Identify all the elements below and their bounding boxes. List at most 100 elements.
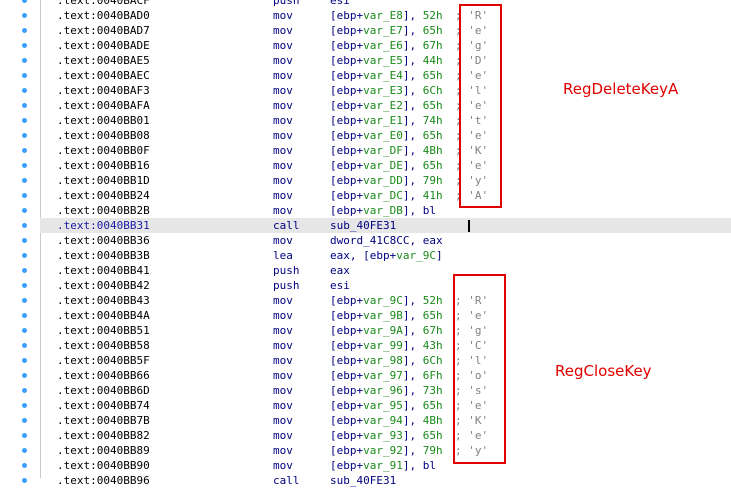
- row-address[interactable]: .text:0040BB42: [57, 278, 150, 293]
- row-address[interactable]: .text:0040BB58: [57, 338, 150, 353]
- breakpoint-dot-icon[interactable]: [22, 478, 27, 483]
- listing-row[interactable]: .text:0040BB51 mov [ebp+var_9A], 67h; 'g': [40, 323, 731, 338]
- row-address[interactable]: .text:0040BB90: [57, 458, 150, 473]
- row-mnemonic[interactable]: mov: [273, 233, 293, 248]
- breakpoint-dot-icon[interactable]: [22, 403, 27, 408]
- row-operands[interactable]: eax, [ebp+var_9C]: [330, 248, 443, 263]
- operand-variable[interactable]: var_95: [363, 399, 403, 412]
- row-mnemonic[interactable]: lea: [273, 248, 293, 263]
- row-operands[interactable]: [ebp+var_E8], 52h: [330, 8, 443, 23]
- listing-row[interactable]: .text:0040BB08 mov [ebp+var_E0], 65h; 'e': [40, 128, 731, 143]
- listing-row[interactable]: .text:0040BB31 call sub_40FE31: [40, 218, 731, 233]
- breakpoint-dot-icon[interactable]: [22, 103, 27, 108]
- row-operands[interactable]: [ebp+var_E2], 65h: [330, 98, 443, 113]
- row-address[interactable]: .text:0040BAFA: [57, 98, 150, 113]
- row-operands[interactable]: [ebp+var_91], bl: [330, 458, 436, 473]
- row-address[interactable]: .text:0040BB4A: [57, 308, 150, 323]
- row-mnemonic[interactable]: mov: [273, 308, 293, 323]
- row-operands[interactable]: [ebp+var_9C], 52h: [330, 293, 443, 308]
- row-mnemonic[interactable]: mov: [273, 203, 293, 218]
- operand-variable[interactable]: var_E5: [363, 54, 403, 67]
- breakpoint-dot-icon[interactable]: [22, 418, 27, 423]
- operand-variable[interactable]: var_91: [363, 459, 403, 472]
- listing-row[interactable]: .text:0040BAFA mov [ebp+var_E2], 65h; 'e': [40, 98, 731, 113]
- row-operands[interactable]: [ebp+var_E0], 65h: [330, 128, 443, 143]
- row-mnemonic[interactable]: mov: [273, 98, 293, 113]
- operand-variable[interactable]: var_E8: [363, 9, 403, 22]
- row-mnemonic[interactable]: mov: [273, 68, 293, 83]
- row-address[interactable]: .text:0040BAD7: [57, 23, 150, 38]
- row-mnemonic[interactable]: push: [273, 0, 300, 8]
- row-address[interactable]: .text:0040BB74: [57, 398, 150, 413]
- row-mnemonic[interactable]: mov: [273, 443, 293, 458]
- row-address[interactable]: .text:0040BB3B: [57, 248, 150, 263]
- row-operands[interactable]: [ebp+var_9B], 65h: [330, 308, 443, 323]
- row-address[interactable]: .text:0040BB51: [57, 323, 150, 338]
- row-operands[interactable]: [ebp+var_93], 65h: [330, 428, 443, 443]
- row-address[interactable]: .text:0040BB36: [57, 233, 150, 248]
- row-address[interactable]: .text:0040BB82: [57, 428, 150, 443]
- breakpoint-dot-icon[interactable]: [22, 178, 27, 183]
- row-operands[interactable]: [ebp+var_E7], 65h: [330, 23, 443, 38]
- breakpoint-dot-icon[interactable]: [22, 0, 27, 3]
- row-operands[interactable]: [ebp+var_99], 43h: [330, 338, 443, 353]
- row-address[interactable]: .text:0040BB0F: [57, 143, 150, 158]
- row-mnemonic[interactable]: mov: [273, 428, 293, 443]
- listing-row[interactable]: .text:0040BAD7 mov [ebp+var_E7], 65h; 'e': [40, 23, 731, 38]
- row-operands[interactable]: [ebp+var_97], 6Fh: [330, 368, 443, 383]
- listing-row[interactable]: .text:0040BB36 mov dword_41C8CC, eax: [40, 233, 731, 248]
- row-operands[interactable]: [ebp+var_DD], 79h: [330, 173, 443, 188]
- operand-variable[interactable]: var_E7: [363, 24, 403, 37]
- row-address[interactable]: .text:0040BB96: [57, 473, 150, 488]
- breakpoint-dot-icon[interactable]: [22, 13, 27, 18]
- breakpoint-dot-icon[interactable]: [22, 283, 27, 288]
- operand-variable[interactable]: var_98: [363, 354, 403, 367]
- row-mnemonic[interactable]: call: [273, 218, 300, 233]
- row-operands[interactable]: eax: [330, 263, 350, 278]
- row-mnemonic[interactable]: push: [273, 278, 300, 293]
- row-address[interactable]: .text:0040BAF3: [57, 83, 150, 98]
- row-operands[interactable]: sub_40FE31: [330, 218, 396, 233]
- row-mnemonic[interactable]: mov: [273, 368, 293, 383]
- listing-row[interactable]: .text:0040BB74 mov [ebp+var_95], 65h; 'e': [40, 398, 731, 413]
- listing-row[interactable]: .text:0040BB43 mov [ebp+var_9C], 52h; 'R': [40, 293, 731, 308]
- row-mnemonic[interactable]: mov: [273, 293, 293, 308]
- breakpoint-dot-icon[interactable]: [22, 268, 27, 273]
- operand-variable[interactable]: var_97: [363, 369, 403, 382]
- breakpoint-gutter[interactable]: [0, 0, 41, 483]
- listing-row[interactable]: .text:0040BB96 call sub_40FE31: [40, 473, 731, 488]
- row-mnemonic[interactable]: mov: [273, 113, 293, 128]
- row-operands[interactable]: [ebp+var_98], 6Ch: [330, 353, 443, 368]
- row-address[interactable]: .text:0040BB6D: [57, 383, 150, 398]
- listing-row[interactable]: .text:0040BB82 mov [ebp+var_93], 65h; 'e': [40, 428, 731, 443]
- row-address[interactable]: .text:0040BB5F: [57, 353, 150, 368]
- breakpoint-dot-icon[interactable]: [22, 358, 27, 363]
- row-mnemonic[interactable]: mov: [273, 23, 293, 38]
- operand-variable[interactable]: var_94: [363, 414, 403, 427]
- row-address[interactable]: .text:0040BB7B: [57, 413, 150, 428]
- row-operands[interactable]: [ebp+var_92], 79h: [330, 443, 443, 458]
- breakpoint-dot-icon[interactable]: [22, 118, 27, 123]
- row-operands[interactable]: [ebp+var_E6], 67h: [330, 38, 443, 53]
- row-operands[interactable]: [ebp+var_94], 4Bh: [330, 413, 443, 428]
- listing-row[interactable]: .text:0040BB7B mov [ebp+var_94], 4Bh; 'K': [40, 413, 731, 428]
- listing-row[interactable]: .text:0040BACF push esi: [40, 0, 731, 8]
- row-mnemonic[interactable]: mov: [273, 323, 293, 338]
- operand-variable[interactable]: var_96: [363, 384, 403, 397]
- operand-variable[interactable]: var_9C: [363, 294, 403, 307]
- operand-variable[interactable]: var_92: [363, 444, 403, 457]
- breakpoint-dot-icon[interactable]: [22, 388, 27, 393]
- row-mnemonic[interactable]: mov: [273, 143, 293, 158]
- row-mnemonic[interactable]: mov: [273, 398, 293, 413]
- row-address[interactable]: .text:0040BADE: [57, 38, 150, 53]
- row-mnemonic[interactable]: mov: [273, 8, 293, 23]
- row-operands[interactable]: [ebp+var_96], 73h: [330, 383, 443, 398]
- listing-row[interactable]: .text:0040BB90 mov [ebp+var_91], bl: [40, 458, 731, 473]
- row-address[interactable]: .text:0040BB41: [57, 263, 150, 278]
- row-operands[interactable]: [ebp+var_9A], 67h: [330, 323, 443, 338]
- row-operands[interactable]: [ebp+var_DB], bl: [330, 203, 436, 218]
- breakpoint-dot-icon[interactable]: [22, 238, 27, 243]
- row-mnemonic[interactable]: mov: [273, 158, 293, 173]
- listing-row[interactable]: .text:0040BB58 mov [ebp+var_99], 43h; 'C': [40, 338, 731, 353]
- row-operands[interactable]: [ebp+var_DC], 41h: [330, 188, 443, 203]
